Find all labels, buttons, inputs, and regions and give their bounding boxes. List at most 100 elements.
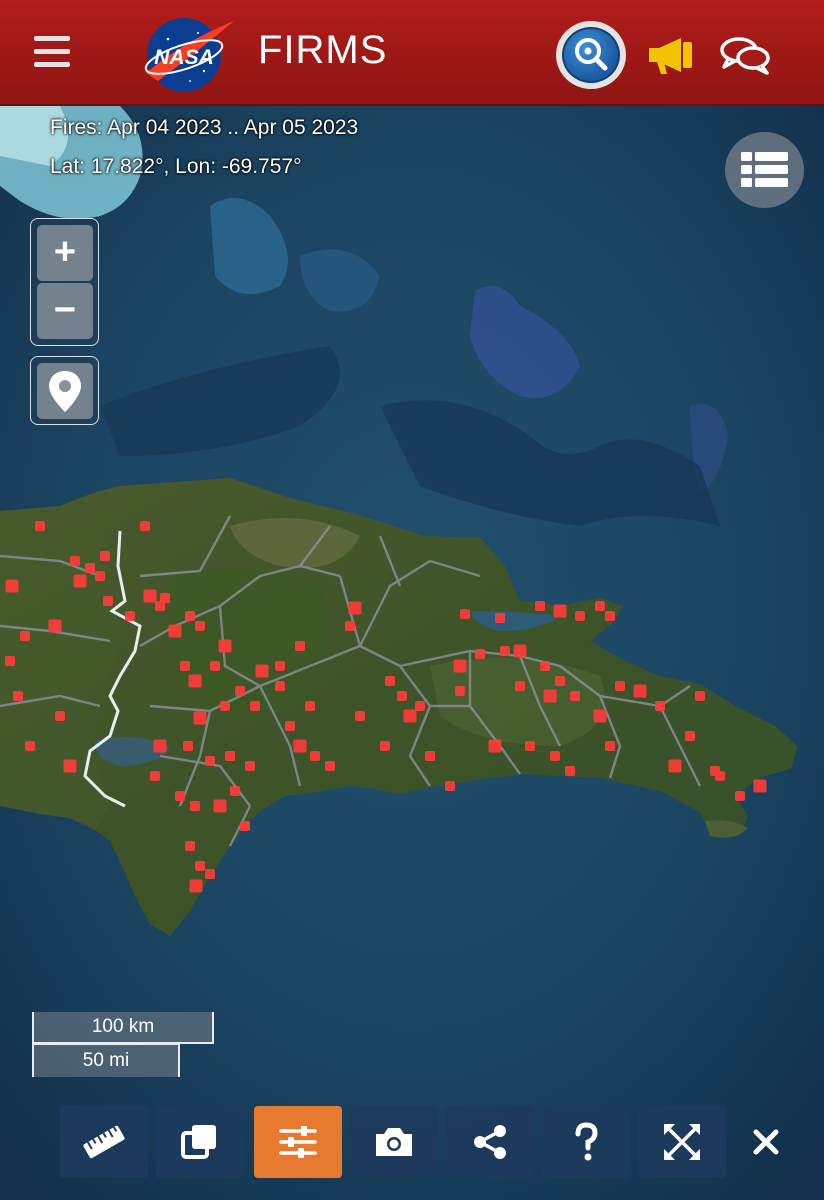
- fire-hotspot[interactable]: [565, 766, 575, 776]
- nasa-logo[interactable]: NASA: [138, 11, 238, 95]
- fire-hotspot[interactable]: [685, 731, 695, 741]
- fire-hotspot[interactable]: [175, 791, 185, 801]
- fire-hotspot[interactable]: [553, 604, 567, 618]
- megaphone-icon[interactable]: [645, 34, 699, 76]
- fire-hotspot[interactable]: [495, 613, 505, 623]
- fire-hotspot[interactable]: [380, 741, 390, 751]
- fire-hotspot[interactable]: [403, 709, 417, 723]
- fire-hotspot[interactable]: [695, 691, 705, 701]
- fire-hotspot[interactable]: [593, 709, 607, 723]
- fire-hotspot[interactable]: [185, 611, 195, 621]
- fire-hotspot[interactable]: [25, 741, 35, 751]
- fire-hotspot[interactable]: [250, 701, 260, 711]
- fire-hotspot[interactable]: [500, 646, 510, 656]
- fire-hotspot[interactable]: [550, 751, 560, 761]
- fire-hotspot[interactable]: [305, 701, 315, 711]
- fire-hotspot[interactable]: [63, 759, 77, 773]
- fire-hotspot[interactable]: [293, 739, 307, 753]
- fire-hotspot[interactable]: [73, 574, 87, 588]
- menu-icon[interactable]: [34, 36, 70, 70]
- fire-hotspot[interactable]: [168, 624, 182, 638]
- fire-hotspot[interactable]: [555, 676, 565, 686]
- fire-hotspot[interactable]: [275, 661, 285, 671]
- fire-hotspot[interactable]: [348, 601, 362, 615]
- fire-hotspot[interactable]: [445, 781, 455, 791]
- fire-hotspot[interactable]: [245, 761, 255, 771]
- compare-button[interactable]: [156, 1106, 244, 1178]
- fire-hotspot[interactable]: [153, 739, 167, 753]
- fire-hotspot[interactable]: [5, 579, 19, 593]
- fire-hotspot[interactable]: [240, 821, 250, 831]
- fire-hotspot[interactable]: [189, 879, 203, 893]
- fire-hotspot[interactable]: [310, 751, 320, 761]
- fire-hotspot[interactable]: [540, 661, 550, 671]
- fire-hotspot[interactable]: [355, 711, 365, 721]
- fire-hotspot[interactable]: [213, 799, 227, 813]
- fire-hotspot[interactable]: [615, 681, 625, 691]
- fire-hotspot[interactable]: [513, 644, 527, 658]
- fire-hotspot[interactable]: [155, 601, 165, 611]
- fire-hotspot[interactable]: [70, 556, 80, 566]
- search-button[interactable]: [556, 21, 626, 89]
- fire-hotspot[interactable]: [48, 619, 62, 633]
- fire-hotspot[interactable]: [753, 779, 767, 793]
- fire-hotspot[interactable]: [185, 841, 195, 851]
- share-button[interactable]: [446, 1106, 534, 1178]
- fire-hotspot[interactable]: [325, 761, 335, 771]
- fire-hotspot[interactable]: [20, 631, 30, 641]
- fire-hotspot[interactable]: [570, 691, 580, 701]
- fire-hotspot[interactable]: [103, 596, 113, 606]
- fire-hotspot[interactable]: [255, 664, 269, 678]
- fire-hotspot[interactable]: [140, 521, 150, 531]
- fire-hotspot[interactable]: [220, 701, 230, 711]
- fire-hotspot[interactable]: [575, 611, 585, 621]
- fire-hotspot[interactable]: [180, 661, 190, 671]
- fire-hotspot[interactable]: [488, 739, 502, 753]
- fire-hotspot[interactable]: [415, 701, 425, 711]
- layers-button[interactable]: [725, 132, 804, 208]
- fire-hotspot[interactable]: [13, 691, 23, 701]
- fire-hotspot[interactable]: [515, 681, 525, 691]
- fire-hotspot[interactable]: [143, 589, 157, 603]
- fire-hotspot[interactable]: [668, 759, 682, 773]
- fire-hotspot[interactable]: [275, 681, 285, 691]
- fire-hotspot[interactable]: [193, 711, 207, 725]
- fire-hotspot[interactable]: [210, 661, 220, 671]
- fire-hotspot[interactable]: [655, 701, 665, 711]
- fire-hotspot[interactable]: [453, 659, 467, 673]
- close-button[interactable]: [734, 1106, 798, 1178]
- fire-hotspot[interactable]: [55, 711, 65, 721]
- fire-hotspot[interactable]: [605, 611, 615, 621]
- filters-button[interactable]: [254, 1106, 342, 1178]
- fire-hotspot[interactable]: [285, 721, 295, 731]
- fire-hotspot[interactable]: [225, 751, 235, 761]
- fire-hotspot[interactable]: [95, 571, 105, 581]
- fire-hotspot[interactable]: [218, 639, 232, 653]
- snapshot-button[interactable]: [350, 1106, 438, 1178]
- fire-hotspot[interactable]: [188, 674, 202, 688]
- fire-hotspot[interactable]: [183, 741, 193, 751]
- fire-hotspot[interactable]: [125, 611, 135, 621]
- fire-hotspot[interactable]: [543, 689, 557, 703]
- fire-hotspot[interactable]: [85, 563, 95, 573]
- fire-hotspot[interactable]: [195, 861, 205, 871]
- fire-hotspot[interactable]: [295, 641, 305, 651]
- fire-hotspot[interactable]: [205, 869, 215, 879]
- fire-hotspot[interactable]: [385, 676, 395, 686]
- fire-hotspot[interactable]: [425, 751, 435, 761]
- zoom-out-button[interactable]: −: [37, 283, 93, 339]
- fire-hotspot[interactable]: [460, 609, 470, 619]
- help-button[interactable]: [542, 1106, 630, 1178]
- fire-hotspot[interactable]: [205, 756, 215, 766]
- locate-button[interactable]: [37, 363, 93, 419]
- fire-hotspot[interactable]: [190, 801, 200, 811]
- fire-hotspot[interactable]: [235, 686, 245, 696]
- fire-hotspot[interactable]: [475, 649, 485, 659]
- fire-hotspot[interactable]: [633, 684, 647, 698]
- fire-hotspot[interactable]: [230, 786, 240, 796]
- fire-hotspot[interactable]: [525, 741, 535, 751]
- map-view[interactable]: Fires: Apr 04 2023 .. Apr 05 2023 Lat: 1…: [0, 106, 824, 1200]
- fullscreen-button[interactable]: [638, 1106, 726, 1178]
- zoom-in-button[interactable]: +: [37, 225, 93, 281]
- fire-hotspot[interactable]: [397, 691, 407, 701]
